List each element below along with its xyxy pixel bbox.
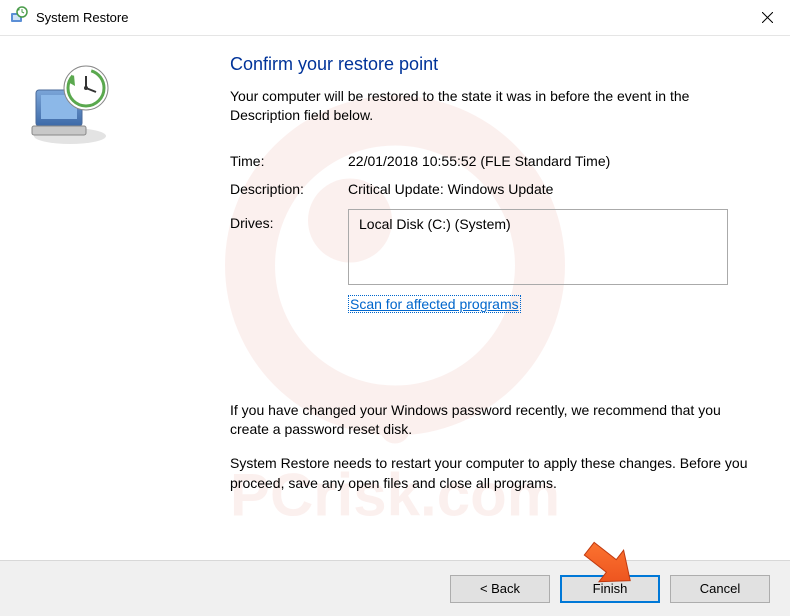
- drives-label: Drives:: [230, 209, 348, 231]
- system-restore-dialog: System Restore: [0, 0, 790, 616]
- page-heading: Confirm your restore point: [230, 54, 762, 75]
- back-button[interactable]: < Back: [450, 575, 550, 603]
- titlebar-icon: [10, 6, 28, 29]
- close-button[interactable]: [744, 3, 790, 33]
- description-label: Description:: [230, 181, 348, 197]
- drives-listbox[interactable]: Local Disk (C:) (System): [348, 209, 728, 285]
- page-subtext: Your computer will be restored to the st…: [230, 87, 762, 125]
- system-restore-icon: [28, 58, 228, 153]
- titlebar-title: System Restore: [36, 10, 128, 25]
- time-label: Time:: [230, 153, 348, 169]
- restart-warning-text: System Restore needs to restart your com…: [230, 454, 762, 493]
- scan-affected-programs-link[interactable]: Scan for affected programs: [348, 295, 521, 313]
- button-bar: < Back Finish Cancel: [0, 560, 790, 616]
- finish-button[interactable]: Finish: [560, 575, 660, 603]
- titlebar: System Restore: [0, 0, 790, 36]
- cancel-button[interactable]: Cancel: [670, 575, 770, 603]
- time-value: 22/01/2018 10:55:52 (FLE Standard Time): [348, 153, 762, 169]
- drive-item: Local Disk (C:) (System): [359, 216, 511, 232]
- password-warning-text: If you have changed your Windows passwor…: [230, 401, 762, 440]
- description-value: Critical Update: Windows Update: [348, 181, 762, 197]
